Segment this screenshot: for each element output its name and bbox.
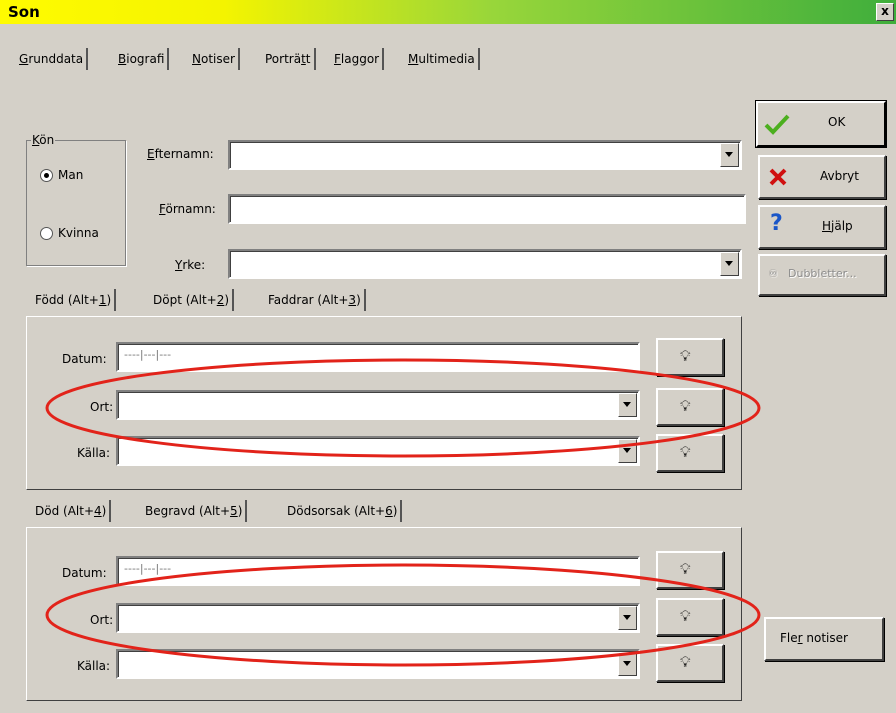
dubbletter-button[interactable]: ♾ Dubbletter... bbox=[758, 254, 886, 296]
birth-kalla-label: Källa: bbox=[77, 446, 111, 460]
death-ort-label: Ort: bbox=[90, 613, 114, 627]
tab-notiser[interactable]: Notiser bbox=[189, 48, 240, 70]
close-button[interactable]: x bbox=[876, 3, 894, 21]
avbryt-button[interactable]: Avbryt bbox=[758, 155, 886, 199]
ok-button[interactable]: OK bbox=[756, 101, 886, 147]
death-kalla-lookup-button[interactable]: 💡︎ bbox=[656, 644, 724, 682]
lightbulb-icon: 💡︎ bbox=[680, 443, 691, 461]
tab-faddrar[interactable]: Faddrar (Alt+3) bbox=[265, 289, 366, 311]
birth-datum-label: Datum: bbox=[62, 352, 107, 366]
fornamn-input[interactable] bbox=[228, 194, 746, 224]
tab-portratt[interactable]: Porträtt bbox=[262, 48, 316, 70]
tab-dod[interactable]: Död (Alt+4) bbox=[32, 500, 112, 522]
tab-dodsorsak[interactable]: Dödsorsak (Alt+6) bbox=[284, 500, 403, 522]
yrke-combo[interactable] bbox=[228, 249, 742, 279]
binoculars-icon: ♾ bbox=[768, 267, 778, 280]
hjalp-button[interactable]: ? Hjälp bbox=[758, 205, 886, 249]
title-bar[interactable]: Son x bbox=[0, 0, 896, 24]
birth-ort-dropdown-button[interactable] bbox=[618, 393, 637, 417]
death-kalla-dropdown-button[interactable] bbox=[618, 652, 637, 676]
lightbulb-icon: 💡︎ bbox=[680, 560, 691, 578]
radio-man-label: Man bbox=[58, 168, 84, 182]
tab-biografi[interactable]: Biografi bbox=[115, 48, 170, 70]
lightbulb-icon: 💡︎ bbox=[680, 347, 691, 365]
lightbulb-icon: 💡︎ bbox=[680, 397, 691, 415]
tab-begravd[interactable]: Begravd (Alt+5) bbox=[142, 500, 248, 522]
efternamn-dropdown-button[interactable] bbox=[720, 143, 739, 167]
lightbulb-icon: 💡︎ bbox=[680, 607, 691, 625]
death-datum-input[interactable]: ----|---|--- bbox=[116, 556, 640, 586]
birth-kalla-dropdown-button[interactable] bbox=[618, 439, 637, 463]
death-ort-dropdown-button[interactable] bbox=[618, 606, 637, 630]
fornamn-label: Förnamn: bbox=[159, 202, 216, 216]
cancel-x-icon bbox=[769, 168, 787, 186]
birth-kalla-combo[interactable] bbox=[116, 436, 640, 466]
window-title: Son bbox=[8, 3, 40, 21]
birth-ort-combo[interactable] bbox=[116, 390, 640, 420]
death-datum-label: Datum: bbox=[62, 566, 107, 580]
gender-group bbox=[26, 140, 126, 266]
gender-legend: Kön bbox=[31, 133, 56, 147]
yrke-label: Yrke: bbox=[175, 258, 206, 272]
radio-kvinna[interactable] bbox=[40, 227, 53, 240]
birth-datum-lookup-button[interactable]: 💡︎ bbox=[656, 338, 724, 376]
yrke-dropdown-button[interactable] bbox=[720, 252, 739, 276]
death-kalla-label: Källa: bbox=[77, 659, 111, 673]
help-icon: ? bbox=[770, 211, 783, 236]
tab-multimedia[interactable]: Multimedia bbox=[405, 48, 480, 70]
death-datum-lookup-button[interactable]: 💡︎ bbox=[656, 551, 724, 589]
tab-dopt[interactable]: Döpt (Alt+2) bbox=[150, 289, 235, 311]
efternamn-combo[interactable] bbox=[228, 140, 742, 170]
death-ort-combo[interactable] bbox=[116, 603, 640, 633]
birth-ort-label: Ort: bbox=[90, 400, 114, 414]
tab-fodd[interactable]: Född (Alt+1) bbox=[32, 289, 117, 311]
tab-flaggor[interactable]: Flaggor bbox=[331, 48, 385, 70]
tab-grunddata[interactable]: Grunddata bbox=[16, 48, 89, 70]
death-kalla-combo[interactable] bbox=[116, 649, 640, 679]
radio-kvinna-label: Kvinna bbox=[58, 226, 99, 240]
death-ort-lookup-button[interactable]: 💡︎ bbox=[656, 598, 724, 636]
radio-man[interactable] bbox=[40, 169, 53, 182]
birth-ort-lookup-button[interactable]: 💡︎ bbox=[656, 388, 724, 426]
lightbulb-icon: 💡︎ bbox=[680, 653, 691, 671]
birth-datum-input[interactable]: ----|---|--- bbox=[116, 342, 640, 372]
efternamn-label: Efternamn: bbox=[147, 147, 214, 161]
fler-notiser-button[interactable]: Fler notiser bbox=[764, 617, 884, 661]
birth-kalla-lookup-button[interactable]: 💡︎ bbox=[656, 434, 724, 472]
check-icon bbox=[764, 114, 790, 135]
